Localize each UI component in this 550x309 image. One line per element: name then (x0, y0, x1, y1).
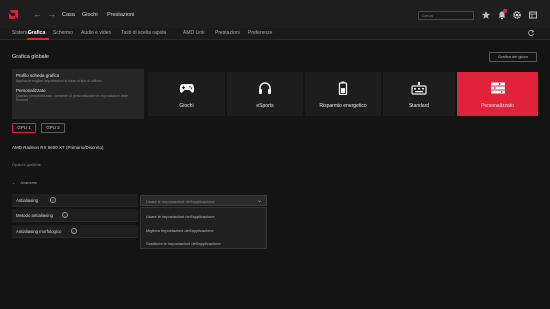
info-icon[interactable]: i (62, 212, 68, 218)
graphics-options-label: Opzioni grafiche (12, 162, 41, 167)
active-tab-indicator (27, 38, 49, 40)
tab-audio-video[interactable]: Audio e video (81, 30, 111, 36)
chevron-down-icon: ⌄ (256, 198, 262, 204)
gear-icon[interactable] (512, 10, 522, 20)
amd-logo-icon[interactable] (8, 9, 19, 20)
info-icon[interactable]: i (50, 197, 56, 203)
tab-grafica[interactable]: Grafica (28, 30, 45, 36)
profile-card-gaming[interactable]: Giochi (148, 72, 225, 116)
tab-preferenze[interactable]: Preferenze (248, 30, 272, 36)
setting-label: Antialiasing (16, 198, 38, 203)
profile-panel-description: Applica le migliori impostazioni in base… (16, 79, 102, 83)
dropdown-value: Usare le impostazioni dell'applicazione (146, 198, 215, 204)
tab-schermo[interactable]: Schermo (53, 30, 73, 36)
dropdown-option[interactable]: Sostituire le impostazioni dell'applicaz… (146, 241, 221, 246)
dropdown-option[interactable]: Usare le impostazioni dell'applicazione (146, 214, 215, 219)
back-arrow-icon[interactable]: ← (33, 9, 42, 19)
profile-label-gaming: Giochi (179, 103, 194, 109)
profile-description-panel: Profilo scheda grafica Applica le miglio… (12, 69, 144, 119)
nav-giochi[interactable]: Giochi (82, 12, 98, 18)
profile-card-power-saving[interactable]: Risparmio energetico (305, 72, 381, 116)
gpu-device-name: AMD Radeon RX 6600 XT (Primario/Discreto… (12, 145, 104, 150)
setting-label: Metodo antialiasing (16, 213, 54, 218)
top-bar: ← → Casa Giochi Prestazioni Cerca (0, 0, 550, 28)
setting-row-morphological-antialiasing: Antialiasing morfologico i (12, 225, 138, 238)
notification-badge (503, 9, 507, 13)
forward-arrow-icon[interactable]: → (47, 9, 56, 19)
headset-icon (259, 82, 271, 94)
keyboard-icon (411, 82, 427, 95)
chevron-down-icon: ⌄ (12, 180, 16, 185)
profile-card-esports[interactable]: eSports (227, 72, 303, 116)
setting-label: Antialiasing morfologico (16, 229, 62, 234)
search-input[interactable]: Cerca (418, 11, 474, 20)
settings-tab-bar: Sistema Grafica Schermo Audio e video Ta… (0, 28, 550, 40)
sliders-icon (490, 82, 505, 94)
profile-label-standard: Standard (408, 103, 430, 109)
tab-prestazioni[interactable]: Prestazioni (215, 30, 240, 36)
setting-row-antialiasing-method: Metodo antialiasing i (12, 209, 138, 222)
advanced-toggle[interactable]: ⌄ Avanzate (12, 180, 37, 185)
info-icon[interactable]: i (71, 228, 77, 234)
gamepad-icon (179, 84, 194, 93)
nav-casa[interactable]: Casa (62, 12, 75, 18)
reset-icon[interactable] (527, 29, 535, 37)
game-graphics-button[interactable]: Grafica del gioco (489, 52, 537, 62)
dropdown-menu: Usare le impostazioni dell'applicazione … (140, 207, 267, 249)
page-title: Grafica globale (12, 54, 49, 60)
advanced-label: Avanzate (20, 180, 37, 185)
custom-profile-description: Quando personalizzato, consente di perso… (16, 94, 129, 102)
battery-icon (338, 81, 348, 95)
profile-label-power-saving: Risparmio energetico (319, 103, 367, 109)
profile-label-esports: eSports (256, 103, 274, 109)
setting-row-antialiasing: Antialiasing i (12, 194, 138, 207)
dropdown-option[interactable]: Migliora impostazioni dell'applicazione (146, 228, 214, 233)
antialiasing-dropdown[interactable]: Usare le impostazioni dell'applicazione … (140, 195, 267, 206)
overlay-panel-icon[interactable] (528, 10, 538, 20)
profile-label-custom: Personalizzato (481, 103, 514, 109)
star-icon[interactable] (481, 10, 491, 20)
profile-panel-title: Profilo scheda grafica (16, 73, 60, 78)
custom-profile-title: Personalizzato (16, 88, 46, 93)
gpu-2-button[interactable]: GPU 2 (41, 123, 65, 133)
profile-card-standard[interactable]: Standard (383, 72, 455, 116)
tab-tasti-scelta-rapida[interactable]: Tasti di scelta rapida (121, 30, 166, 36)
profile-card-custom[interactable]: Personalizzato (457, 72, 538, 116)
tab-amd-link[interactable]: AMD Link (183, 30, 205, 36)
gpu-1-button[interactable]: GPU 1 (12, 123, 36, 133)
nav-prestazioni[interactable]: Prestazioni (107, 12, 134, 18)
